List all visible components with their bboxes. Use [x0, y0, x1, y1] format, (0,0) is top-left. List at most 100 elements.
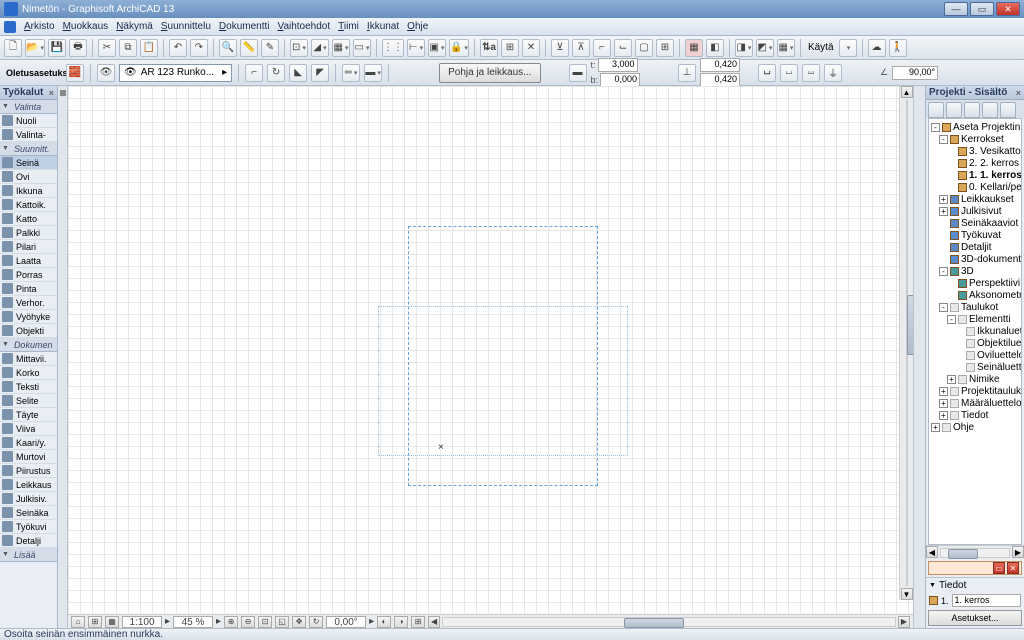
tool-julkisiv[interactable]: Julkisiv. [0, 492, 57, 506]
tool-selite[interactable]: Selite [0, 394, 57, 408]
canvas-scrollbar-vertical[interactable]: ▲ ▼ [899, 86, 913, 600]
tree-item[interactable]: -Elementti [929, 313, 1021, 325]
tree-expander[interactable]: + [939, 411, 948, 420]
tree-expander[interactable]: - [931, 123, 940, 132]
nav-scroll-right[interactable]: ▶ [1012, 546, 1024, 558]
tree-item[interactable]: Perspektiivi [929, 277, 1021, 289]
tool-leikkaus[interactable]: Leikkaus [0, 478, 57, 492]
current-story-field[interactable]: 1. kerros [952, 594, 1021, 607]
navigator-tab-2[interactable] [946, 102, 962, 118]
navigator-details-header[interactable]: ▼ Tiedot [926, 577, 1024, 593]
scale-field[interactable]: 1:100 [122, 616, 162, 628]
navigator-close-button[interactable]: × [1016, 88, 1021, 98]
tool-piirustus[interactable]: Piirustus [0, 464, 57, 478]
tree-item[interactable]: -Taulukot [929, 301, 1021, 313]
tree-expander[interactable]: + [939, 207, 948, 216]
ref-3-button[interactable]: ⏙ [802, 64, 820, 82]
tool-dokumen[interactable]: Dokumen [0, 338, 57, 352]
view-3-button[interactable]: ▦ [777, 39, 795, 57]
navigator-warning-close[interactable]: ✕ [1007, 562, 1019, 574]
tool-suunnitt[interactable]: Suunnitt. [0, 142, 57, 156]
zoom-fit-button[interactable]: ⊡ [258, 616, 272, 628]
tree-item[interactable]: 0. Kellari/perust [929, 181, 1021, 193]
tree-item[interactable]: Ikkunaluette [929, 325, 1021, 337]
floor-cut-button[interactable]: Pohja ja leikkaus... [439, 63, 540, 83]
cloud-button[interactable]: ☁ [868, 39, 886, 57]
tool-palkki[interactable]: Palkki [0, 226, 57, 240]
d2-value[interactable]: 0,420 [700, 73, 740, 87]
scroll-right-button[interactable]: ▶ [898, 616, 910, 628]
tree-item[interactable]: +Leikkaukset [929, 193, 1021, 205]
layer-button[interactable]: ▣ [428, 39, 446, 57]
trim-5-button[interactable]: ▢ [635, 39, 653, 57]
tool-ovi[interactable]: Ovi [0, 170, 57, 184]
extra-3-button[interactable]: ⊞ [411, 616, 425, 628]
angle-value[interactable]: 90,00° [892, 66, 938, 80]
tool-teksti[interactable]: Teksti [0, 380, 57, 394]
paste-button[interactable]: 📋 [140, 39, 158, 57]
menu-ohje[interactable]: Ohje [407, 21, 428, 32]
window-maximize-button[interactable]: ▭ [970, 2, 994, 16]
tree-item[interactable]: 1. 1. kerros [929, 169, 1021, 181]
tool-lis[interactable]: Lisää [0, 548, 57, 562]
cut-button[interactable]: ✂ [98, 39, 116, 57]
menu-nakyma[interactable]: Näkymä [116, 21, 153, 32]
menu-vaihtoehdot[interactable]: Vaihtoehdot [278, 21, 331, 32]
window-close-button[interactable]: ✕ [996, 2, 1020, 16]
window-minimize-button[interactable]: — [944, 2, 968, 16]
rotation-field[interactable]: 0,00° [326, 616, 366, 628]
trim-3-button[interactable]: ⌐ [593, 39, 611, 57]
snap-4-button[interactable]: ▭ [353, 39, 371, 57]
drawing-canvas[interactable]: × ▲ ▼ [68, 86, 913, 614]
navigator-hscroll[interactable]: ◀ ▶ [926, 545, 1024, 559]
tree-expander[interactable]: + [947, 375, 956, 384]
tree-item[interactable]: -Kerrokset [929, 133, 1021, 145]
section-c-button[interactable]: ✕ [522, 39, 540, 57]
t-value[interactable]: 3,000 [598, 58, 638, 72]
lock-button[interactable]: 🔒 [449, 39, 469, 57]
tool-mittavii[interactable]: Mittavii. [0, 352, 57, 366]
navigator-tree[interactable]: -Aseta Projektin tiedot 2-Kerrokset3. Ve… [928, 118, 1022, 545]
toolbox-close-button[interactable]: × [49, 88, 54, 98]
tree-item[interactable]: +Nimike [929, 373, 1021, 385]
ref-1-button[interactable]: ⏘ [758, 64, 776, 82]
scroll-left-button[interactable]: ◀ [428, 616, 440, 628]
layer-selector[interactable]: 👁 AR 123 Runko... ▸ [119, 64, 232, 82]
menu-dokumentti[interactable]: Dokumentti [219, 21, 270, 32]
tool-pilari[interactable]: Pilari [0, 240, 57, 254]
tool-ikkuna[interactable]: Ikkuna [0, 184, 57, 198]
menu-arkisto[interactable]: Arkisto [24, 21, 55, 32]
scroll-up-button[interactable]: ▲ [901, 86, 913, 98]
tool-detalji[interactable]: Detalji [0, 534, 57, 548]
snap-3-button[interactable]: ▦ [332, 39, 350, 57]
pan-button[interactable]: ✥ [292, 616, 306, 628]
tool-valinta[interactable]: Valinta- [0, 128, 57, 142]
tool-vyhyke[interactable]: Vyöhyke [0, 310, 57, 324]
tree-item[interactable]: Seinäluettel [929, 361, 1021, 373]
tree-item[interactable]: 2. 2. kerros [929, 157, 1021, 169]
zoom-window-button[interactable]: ◱ [275, 616, 289, 628]
tool-laatta[interactable]: Laatta [0, 254, 57, 268]
section-a-button[interactable]: ⇅a [480, 39, 498, 57]
tool-objekti[interactable]: Objekti [0, 324, 57, 338]
construction-1-button[interactable]: ═ [342, 64, 360, 82]
tree-item[interactable]: +Julkisivut [929, 205, 1021, 217]
tool-korko[interactable]: Korko [0, 366, 57, 380]
tool-tyte[interactable]: Täyte [0, 408, 57, 422]
trim-6-button[interactable]: ⊞ [656, 39, 674, 57]
element-settings-button[interactable]: 🧱 [66, 64, 84, 82]
tool-valinta[interactable]: Valinta [0, 100, 57, 114]
construction-2-button[interactable]: ▬ [364, 64, 382, 82]
navigator-warning-1[interactable]: ▭ [993, 562, 1005, 574]
view-2-button[interactable]: ◩ [756, 39, 774, 57]
scroll-v-thumb[interactable] [907, 295, 914, 355]
tool-nuoli[interactable]: Nuoli [0, 114, 57, 128]
section-b-button[interactable]: ⊞ [501, 39, 519, 57]
walk-button[interactable]: 🚶 [889, 39, 907, 57]
grid-snap-button[interactable]: ⋮⋮ [382, 39, 404, 57]
zoom-out-button[interactable]: ⊖ [241, 616, 255, 628]
orbit-button[interactable]: ↻ [309, 616, 323, 628]
geometry-1-button[interactable]: ⌐ [245, 64, 263, 82]
nav-next-button[interactable]: ▦ [105, 616, 119, 628]
extra-2-button[interactable]: ◑ [394, 616, 408, 628]
